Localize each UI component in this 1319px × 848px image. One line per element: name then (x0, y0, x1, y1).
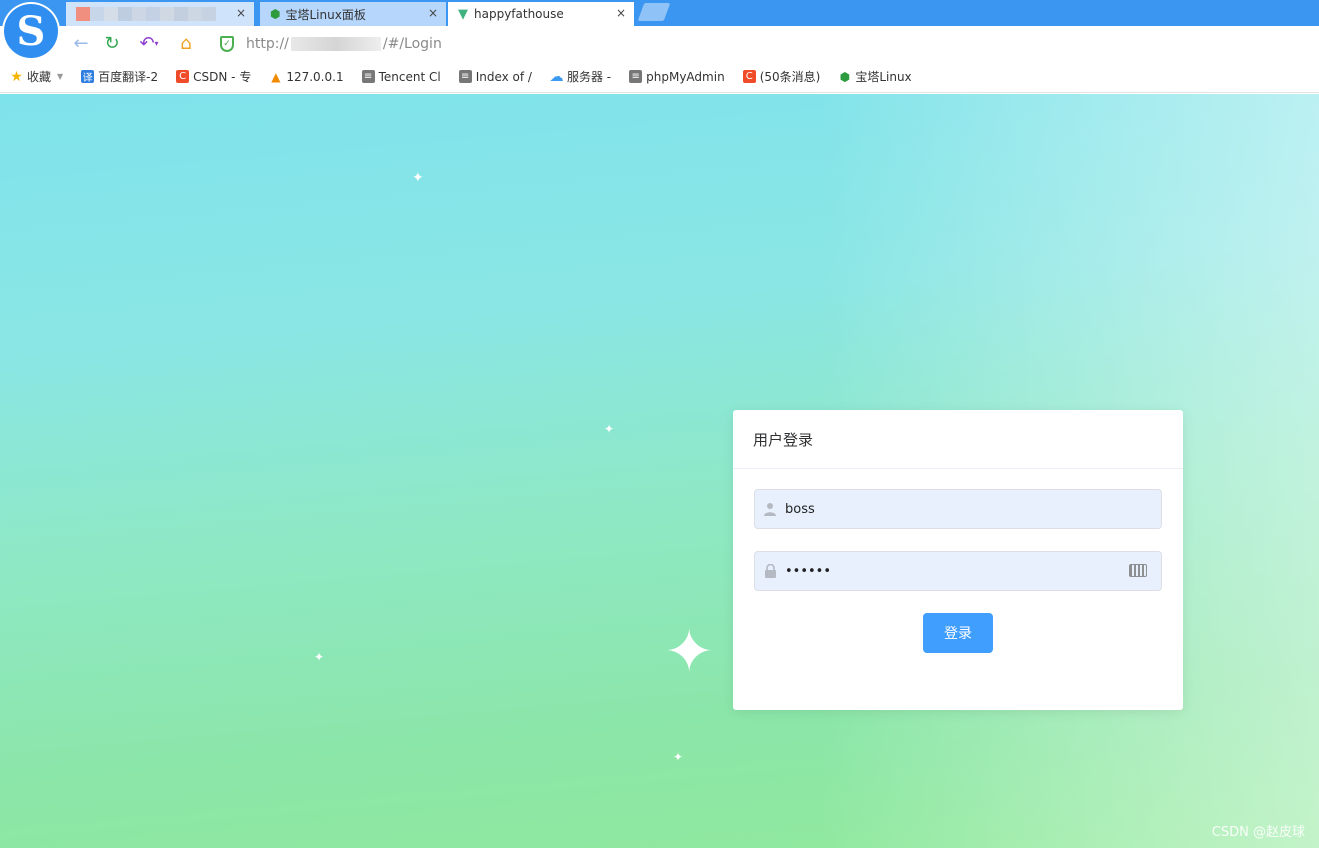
username-value: boss (785, 501, 815, 517)
login-card: 用户登录 boss •••••• 登录 (733, 410, 1183, 710)
password-value: •••••• (785, 563, 832, 579)
bookmark-baidu-translate[interactable]: 译百度翻译-2 (81, 68, 158, 85)
password-input[interactable]: •••••• (754, 551, 1162, 591)
bookmark-server[interactable]: ☁ 服务器 - (549, 68, 611, 85)
doc-icon: ≡ (361, 70, 375, 83)
sparkle-icon: ✦ (673, 750, 684, 764)
shield-icon: ⬢ (270, 7, 281, 21)
url-field[interactable]: ✓ http:// /#/Login (220, 32, 1300, 56)
translate-icon: 译 (81, 70, 95, 84)
bookmark-favorites[interactable]: ★ 收藏 ▼ (10, 68, 63, 85)
tab-bar: × ⬢ 宝塔Linux面板 × ▼ happyfathouse × (0, 0, 1319, 26)
bookmark-baota[interactable]: ⬢ 宝塔Linux (838, 68, 912, 85)
tab-blurred[interactable]: × (66, 2, 254, 26)
login-button[interactable]: 登录 (923, 613, 993, 653)
user-icon (755, 502, 785, 516)
url-prefix: http:// (246, 36, 289, 52)
csdn-watermark: CSDN @赵皮球 (1211, 825, 1305, 840)
bookmark-localhost[interactable]: ▲ 127.0.0.1 (269, 70, 343, 84)
cloud-icon: ☁ (549, 68, 564, 85)
blurred-tab-title (76, 7, 216, 21)
bookmark-csdn-messages[interactable]: C (50条消息) (742, 68, 820, 85)
sparkle-icon: ✦ (664, 617, 715, 687)
tab-label: happyfathouse (474, 7, 564, 21)
security-shield-icon: ✓ (220, 36, 234, 52)
shield-icon: ⬢ (839, 69, 851, 84)
tab-label: 宝塔Linux面板 (285, 7, 366, 22)
doc-icon: ≡ (629, 70, 643, 83)
bookmark-tencent[interactable]: ≡ Tencent Cl (361, 70, 441, 84)
csdn-icon: C (742, 70, 756, 83)
tab-baota[interactable]: ⬢ 宝塔Linux面板 × (260, 2, 446, 26)
bookmark-phpmyadmin[interactable]: ≡ phpMyAdmin (629, 70, 725, 84)
address-bar: ← ↻ ↶ ▾ ⌂ ✓ http:// /#/Login (0, 26, 1319, 61)
url-suffix: /#/Login (382, 36, 442, 52)
sparkle-icon: ✦ (604, 422, 615, 436)
url-masked (290, 37, 381, 51)
bookmark-index-of[interactable]: ≡ Index of / (458, 70, 532, 84)
bookmark-csdn[interactable]: C CSDN - 专 (176, 68, 251, 85)
username-input[interactable]: boss (754, 489, 1162, 529)
doc-icon: ≡ (458, 70, 472, 83)
csdn-icon: C (176, 70, 190, 83)
close-tab-icon[interactable]: × (236, 6, 246, 20)
close-tab-icon[interactable]: × (616, 6, 626, 20)
home-icon[interactable]: ⌂ (175, 32, 197, 54)
undo-icon[interactable]: ↶ ▾ (134, 32, 164, 54)
tab-happyfathouse[interactable]: ▼ happyfathouse × (448, 2, 634, 26)
login-title: 用户登录 (733, 410, 1183, 469)
phpmyadmin-icon: ▲ (271, 69, 281, 84)
sparkle-icon: ✦ (412, 170, 424, 186)
sparkle-icon: ✦ (314, 650, 325, 664)
bookmarks-bar: ★ 收藏 ▼ 译百度翻译-2 C CSDN - 专 ▲ 127.0.0.1 ≡ Tence… (0, 61, 1319, 93)
refresh-icon[interactable]: ↻ (101, 32, 123, 54)
browser-logo[interactable]: S (4, 4, 58, 58)
new-tab-button[interactable] (637, 3, 671, 21)
vue-icon: ▼ (458, 6, 468, 22)
close-tab-icon[interactable]: × (428, 6, 438, 20)
back-icon[interactable]: ← (70, 32, 92, 54)
chevron-down-icon: ▼ (57, 72, 64, 81)
star-icon: ★ (10, 68, 23, 85)
lock-icon (755, 564, 785, 578)
keyboard-icon[interactable] (1129, 564, 1147, 577)
